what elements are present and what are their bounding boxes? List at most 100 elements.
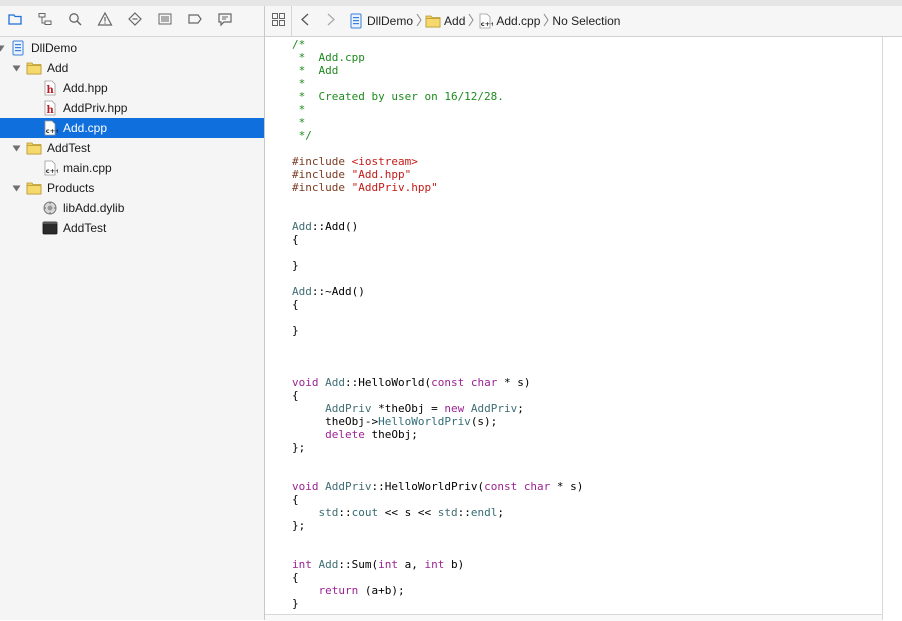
navigator-tab-message[interactable] xyxy=(210,6,240,36)
folder-icon xyxy=(26,180,42,196)
navigator-tab-hierarchy[interactable] xyxy=(30,6,60,36)
code-token: return xyxy=(318,584,359,597)
search-icon xyxy=(67,11,83,32)
code-line: * Add xyxy=(292,64,339,77)
code-token: ; xyxy=(497,506,504,519)
code-token: int xyxy=(378,558,398,571)
code-token: "AddPriv.hpp" xyxy=(351,181,438,194)
navigator-toolbar xyxy=(0,6,264,37)
related-items-button[interactable] xyxy=(265,13,291,29)
editor-right-gutter xyxy=(882,37,902,620)
code-token: * xyxy=(292,103,306,116)
code-line: { xyxy=(292,298,299,311)
code-line: delete theObj; xyxy=(292,428,418,441)
source-editor: DllDemo Add c++ Add.cpp No Selection /* * Ad… xyxy=(265,6,902,621)
tree-item-label: DllDemo xyxy=(31,41,78,55)
tree-item[interactable]: Products xyxy=(0,178,264,198)
tree-item-label: Add xyxy=(47,61,69,75)
svg-text:c++: c++ xyxy=(46,167,58,175)
terminal-icon xyxy=(42,220,58,236)
code-token: Add xyxy=(318,558,339,571)
code-token: (a+b); xyxy=(358,584,405,597)
tree-item[interactable]: c++ main.cpp xyxy=(0,158,264,178)
code-line: } xyxy=(292,259,299,272)
diamond-icon xyxy=(127,11,143,32)
tree-item[interactable]: h Add.hpp xyxy=(0,78,264,98)
code-token: * s) xyxy=(550,480,584,493)
code-token: * xyxy=(292,77,306,90)
breadcrumb-item[interactable]: Add xyxy=(425,13,465,29)
svg-text:h: h xyxy=(47,105,55,116)
code-token: ::Sum( xyxy=(338,558,379,571)
breadcrumb-item[interactable]: DllDemo xyxy=(348,13,413,29)
folder-icon xyxy=(26,140,42,156)
breadcrumb-item[interactable]: No Selection xyxy=(552,14,620,28)
code-line: } xyxy=(292,324,299,337)
code-token: void xyxy=(292,376,326,389)
code-line: Add::~Add() xyxy=(292,285,365,298)
tree-item[interactable]: AddTest xyxy=(0,218,264,238)
tree-item[interactable]: Add xyxy=(0,58,264,78)
code-token: endl xyxy=(470,506,498,519)
code-token: :: xyxy=(338,506,352,519)
code-line: return (a+b); xyxy=(292,584,405,597)
code-line: #include "Add.hpp" xyxy=(292,168,411,181)
code-area[interactable]: /* * Add.cpp * Add * * Created by user o… xyxy=(265,37,882,614)
list-icon xyxy=(157,11,173,32)
code-token: :: xyxy=(457,506,471,519)
code-line: * Created by user on 16/12/28. xyxy=(292,90,504,103)
code-line: }; xyxy=(292,441,305,454)
code-token: ::HelloWorld( xyxy=(345,376,432,389)
code-token: void xyxy=(292,480,326,493)
project-navigator: DllDemo Add h Add.hpp h AddPriv.hpp c++ Add.cpp… xyxy=(0,6,265,620)
navigator-tab-diamond[interactable] xyxy=(120,6,150,36)
code-token: new xyxy=(444,402,471,415)
code-token: HelloWorldPriv xyxy=(378,415,471,428)
code-line: Add::Add() xyxy=(292,220,358,233)
library-icon xyxy=(42,200,58,216)
code-token: Add xyxy=(292,285,312,298)
code-token: * Add xyxy=(292,64,339,77)
code-token: * Created by user on 16/12/28. xyxy=(292,90,504,103)
code-token: */ xyxy=(292,129,312,142)
navigator-tab-list[interactable] xyxy=(150,6,180,36)
code-token: const char xyxy=(484,480,551,493)
code-token: AddPriv xyxy=(470,402,518,415)
navigator-tab-search[interactable] xyxy=(60,6,90,36)
tree-item[interactable]: c++ Add.cpp xyxy=(0,118,264,138)
disclosure-triangle-icon[interactable] xyxy=(0,43,5,53)
tree-item[interactable]: libAdd.dylib xyxy=(0,198,264,218)
code-token: ::HelloWorldPriv( xyxy=(371,480,485,493)
code-line: #include "AddPriv.hpp" xyxy=(292,181,438,194)
tree-item-label: libAdd.dylib xyxy=(63,201,125,215)
breadcrumb-item[interactable]: c++ Add.cpp xyxy=(477,13,540,29)
project-icon xyxy=(348,13,364,29)
navigator-tab-folder[interactable] xyxy=(0,6,30,36)
tree-item[interactable]: h AddPriv.hpp xyxy=(0,98,264,118)
code-token: cout xyxy=(351,506,379,519)
code-line: * xyxy=(292,77,306,90)
breadcrumb-label: Add.cpp xyxy=(496,14,541,28)
tree-item[interactable]: DllDemo xyxy=(0,38,264,58)
back-button[interactable] xyxy=(291,6,318,36)
forward-button[interactable] xyxy=(318,13,344,29)
disclosure-triangle-icon[interactable] xyxy=(11,63,21,73)
disclosure-triangle-icon[interactable] xyxy=(11,143,21,153)
code-token: ; xyxy=(517,402,524,415)
code-token: { xyxy=(292,571,299,584)
code-line: { xyxy=(292,571,299,584)
code-line: }; xyxy=(292,519,305,532)
code-line: void AddPriv::HelloWorldPriv(const char … xyxy=(292,480,583,493)
tag-icon xyxy=(187,11,203,32)
code-token: const char xyxy=(431,376,498,389)
tree-item[interactable]: AddTest xyxy=(0,138,264,158)
tree-item-label: Add.cpp xyxy=(63,121,108,135)
code-line: { xyxy=(292,233,299,246)
code-line: { xyxy=(292,493,299,506)
tree-item-label: AddTest xyxy=(63,221,107,235)
navigator-tab-tag[interactable] xyxy=(180,6,210,36)
disclosure-triangle-icon[interactable] xyxy=(11,183,21,193)
navigator-tab-warning[interactable] xyxy=(90,6,120,36)
code-token: delete xyxy=(325,428,365,441)
